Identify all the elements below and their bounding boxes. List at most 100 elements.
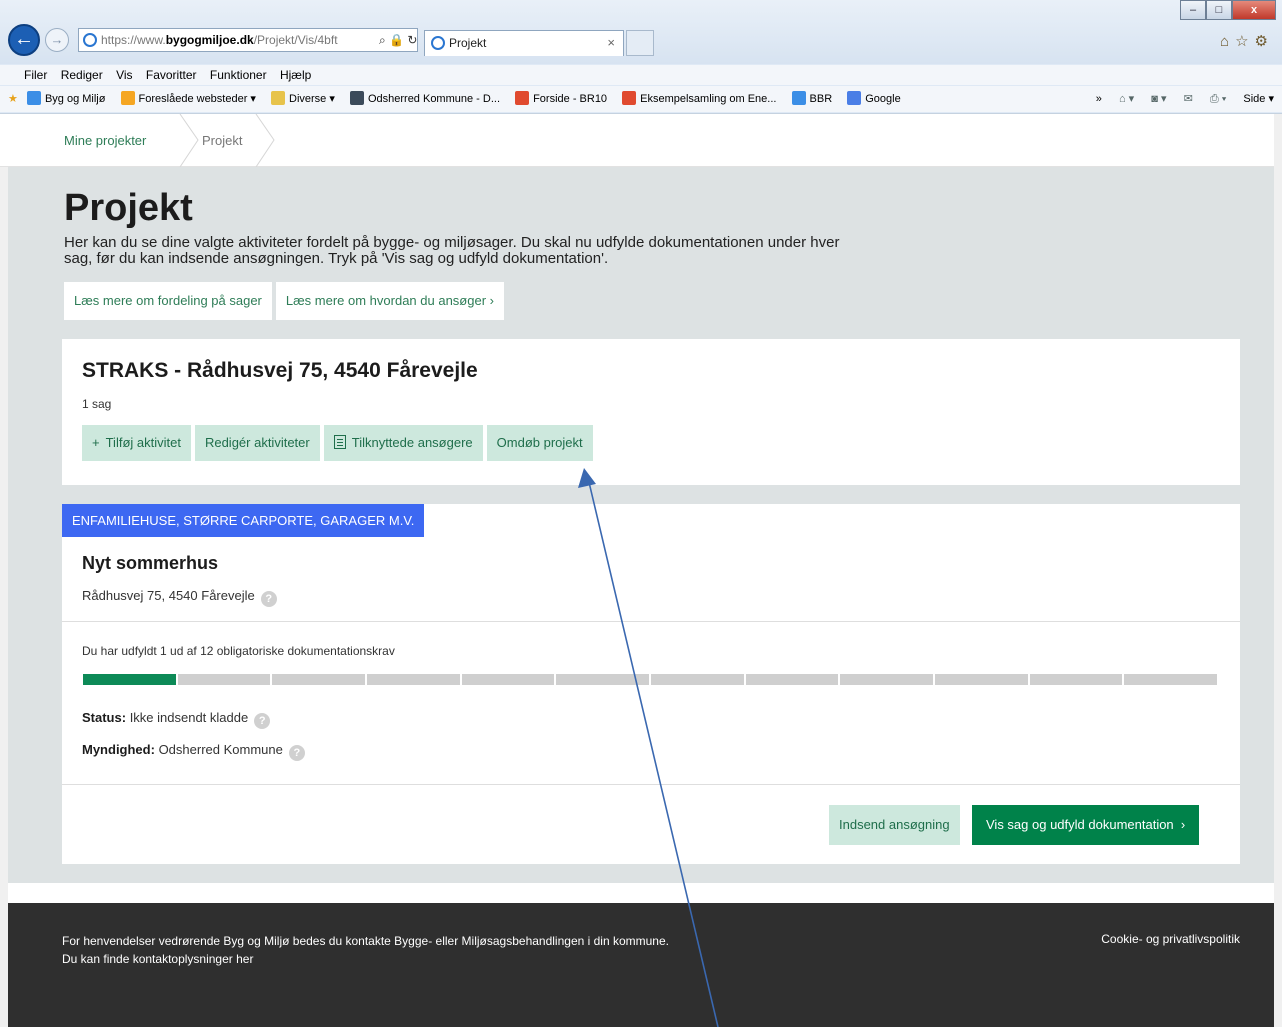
print-icon[interactable]: ⎙ ▾ [1210, 86, 1226, 112]
page-gutter [0, 167, 8, 1027]
status-line: Status: Ikke indsendt kladde? [82, 710, 271, 729]
contact-info-link[interactable]: Du kan finde kontaktoplysninger her [62, 950, 669, 968]
chevron-right-icon: › [1180, 817, 1186, 832]
star-icon[interactable]: ☆ [1235, 33, 1254, 50]
authority-line: Myndighed: Odsherred Kommune? [82, 742, 305, 761]
progress-segment [1124, 674, 1218, 685]
menu-bar: Filer Rediger Vis Favoritter Funktioner … [0, 65, 1282, 85]
url-path: /Projekt/Vis/4bft [253, 33, 338, 47]
gear-icon[interactable]: ⚙ [1255, 33, 1274, 50]
divider [62, 784, 1240, 785]
help-icon[interactable]: ? [254, 713, 271, 729]
case-card: ENFAMILIEHUSE, STØRRE CARPORTE, GARAGER … [62, 504, 1240, 864]
progress-segment [177, 674, 271, 685]
arrow-right-icon: → [50, 32, 64, 47]
menu-item-funktioner[interactable]: Funktioner [210, 68, 267, 82]
menu-item-hjaelp[interactable]: Hjælp [280, 68, 311, 82]
favorites-bar: ★ Byg og Miljø Foreslåede websteder ▾ Di… [0, 86, 1282, 112]
progress-text: Du har udfyldt 1 ud af 12 obligatoriske … [82, 644, 395, 658]
case-count: 1 sag [82, 397, 112, 411]
page-intro: Her kan du se dine valgte aktiviteter fo… [64, 234, 840, 267]
footer-text: For henvendelser vedrørende Byg og Miljø… [62, 934, 669, 968]
favorite-link[interactable]: Odsherred Kommune - D... [349, 86, 500, 112]
ie-page-icon [431, 36, 445, 50]
browser-top-icons: ⌂☆⚙ [1220, 32, 1274, 50]
rss-icon[interactable]: ◙ ▾ [1151, 86, 1166, 112]
progress-segment [935, 674, 1028, 685]
progress-segment [745, 674, 839, 685]
browser-chrome: ← → https://www.bygogmiljoe.dk/Projekt/V… [0, 0, 1282, 114]
submit-application-button[interactable]: Indsend ansøgning [829, 805, 960, 845]
page-title: Projekt [64, 187, 193, 229]
overflow-chevron-icon[interactable]: » [1096, 93, 1102, 105]
rename-project-button[interactable]: Omdøb projekt [486, 425, 593, 461]
address-bar[interactable]: https://www.bygogmiljoe.dk/Projekt/Vis/4… [78, 28, 418, 52]
favorite-link[interactable]: Eksempelsamling om Ene... [622, 86, 776, 112]
address-tools[interactable]: ⌕ 🔒 ↻ [379, 29, 417, 51]
footer: For henvendelser vedrørende Byg og Miljø… [8, 903, 1274, 1027]
refresh-icon[interactable]: ↻ [407, 33, 417, 47]
tab-projekt[interactable]: Projekt × [424, 30, 624, 56]
linked-applicants-button[interactable]: Tilknyttede ansøgere [323, 425, 483, 461]
progress-segment [1029, 674, 1123, 685]
page-menu[interactable]: Side ▾ [1243, 86, 1274, 112]
menu-item-favoritter[interactable]: Favoritter [146, 68, 197, 82]
forward-button[interactable]: → [45, 28, 69, 52]
folder-icon [271, 91, 286, 105]
favorite-link[interactable]: Forside - BR10 [515, 86, 607, 112]
home-icon[interactable]: ⌂ [1220, 33, 1235, 50]
link-hvordan-du-ansoeger[interactable]: Læs mere om hvordan du ansøger › [275, 282, 504, 320]
edit-activities-button[interactable]: Redigér aktiviteter [194, 425, 320, 461]
minimize-button[interactable]: – [1180, 0, 1206, 20]
favorite-link[interactable]: Foreslåede websteder ▾ [120, 86, 256, 112]
ie-page-icon [26, 91, 41, 105]
case-title: Nyt sommerhus [82, 553, 219, 573]
ie-page-icon [83, 33, 97, 47]
lock-icon: 🔒 [389, 33, 405, 47]
favorites-star-icon[interactable]: ★ [8, 93, 18, 105]
menu-item-rediger[interactable]: Rediger [61, 68, 103, 82]
arrow-left-icon: ← [14, 28, 34, 50]
favorite-link[interactable]: Byg og Miljø [26, 86, 105, 112]
help-icon[interactable]: ? [260, 591, 277, 607]
favorite-link[interactable]: Google [847, 86, 901, 112]
project-actions: + Tilføj aktivitet Redigér aktiviteter Ti… [82, 425, 593, 461]
progress-segment [556, 674, 650, 685]
progress-segment [272, 674, 366, 685]
new-tab-button[interactable] [626, 30, 654, 56]
scrollbar-track[interactable] [1274, 114, 1282, 1027]
breadcrumb-item-mine-projekter[interactable]: Mine projekter [64, 114, 146, 167]
menu-item-filer[interactable]: Filer [24, 68, 47, 82]
add-activity-button[interactable]: + Tilføj aktivitet [82, 425, 191, 461]
view-case-button[interactable]: Vis sag og udfyld dokumentation › [972, 805, 1200, 845]
od-logo-icon [349, 91, 364, 105]
progress-segment [840, 674, 934, 685]
project-card: STRAKS - Rådhusvej 75, 4540 Fårevejle 1 … [62, 339, 1240, 485]
breadcrumb-chevron-icon [255, 114, 275, 167]
divider [62, 621, 1240, 622]
case-address: Rådhusvej 75, 4540 Fårevejle? [82, 588, 277, 607]
link-fordeling-paa-sager[interactable]: Læs mere om fordeling på sager [64, 282, 272, 320]
mail-icon[interactable]: ✉ [1184, 86, 1193, 112]
cookie-policy-link[interactable]: Cookie- og privatlivspolitik [1101, 932, 1240, 946]
ie-page-icon [791, 91, 806, 105]
br10-grid-icon [622, 91, 637, 105]
main-content: Projekt Her kan du se dine valgte aktivi… [8, 167, 1274, 883]
help-icon[interactable]: ? [288, 745, 305, 761]
favorite-link[interactable]: Diverse ▾ [271, 86, 335, 112]
favorite-link[interactable]: BBR [791, 86, 832, 112]
progress-segment [83, 674, 176, 685]
back-button[interactable]: ← [8, 24, 40, 56]
tab-close-button[interactable]: × [607, 31, 615, 55]
menu-item-vis[interactable]: Vis [116, 68, 132, 82]
search-icon[interactable]: ⌕ [379, 33, 386, 47]
command-bar: » ⌂ ▾ ◙ ▾ ✉ ⎙ ▾ Side ▾ [1096, 86, 1274, 112]
breadcrumb-item-projekt: Projekt [202, 133, 243, 148]
home-icon[interactable]: ⌂ ▾ [1119, 86, 1134, 112]
browser-titlebar: ← → https://www.bygogmiljoe.dk/Projekt/V… [0, 0, 1282, 64]
breadcrumb: Mine projekter Projekt [0, 114, 1282, 167]
plus-icon: + [92, 435, 100, 450]
close-window-button[interactable]: x [1232, 0, 1276, 20]
bing-icon [120, 91, 135, 105]
maximize-button[interactable]: □ [1206, 0, 1232, 20]
